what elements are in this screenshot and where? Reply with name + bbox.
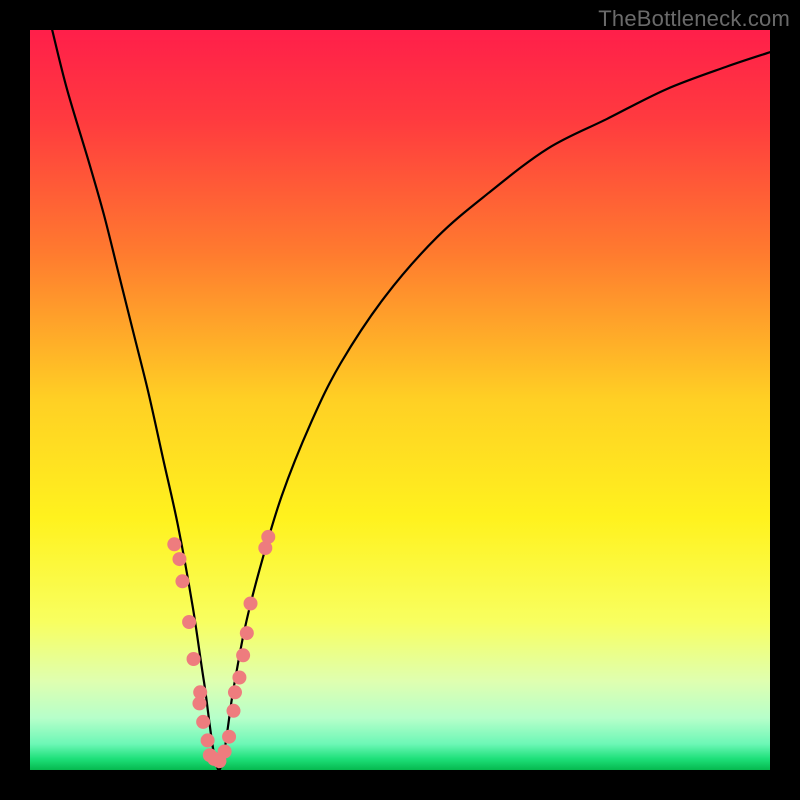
plot-area: [30, 30, 770, 770]
sample-point: [222, 730, 236, 744]
sample-point: [218, 745, 232, 759]
sample-point: [182, 615, 196, 629]
chart-svg: [30, 30, 770, 770]
sample-point: [175, 574, 189, 588]
sample-point: [196, 715, 210, 729]
sample-point: [232, 671, 246, 685]
sample-point: [244, 597, 258, 611]
sample-point: [240, 626, 254, 640]
chart-frame: TheBottleneck.com: [0, 0, 800, 800]
sample-point: [261, 530, 275, 544]
watermark-text: TheBottleneck.com: [598, 6, 790, 32]
sample-point: [236, 648, 250, 662]
sample-point: [201, 733, 215, 747]
sample-point: [167, 537, 181, 551]
sample-point: [187, 652, 201, 666]
sample-point: [172, 552, 186, 566]
sample-point: [228, 685, 242, 699]
gradient-background: [30, 30, 770, 770]
sample-point: [227, 704, 241, 718]
sample-point: [193, 685, 207, 699]
